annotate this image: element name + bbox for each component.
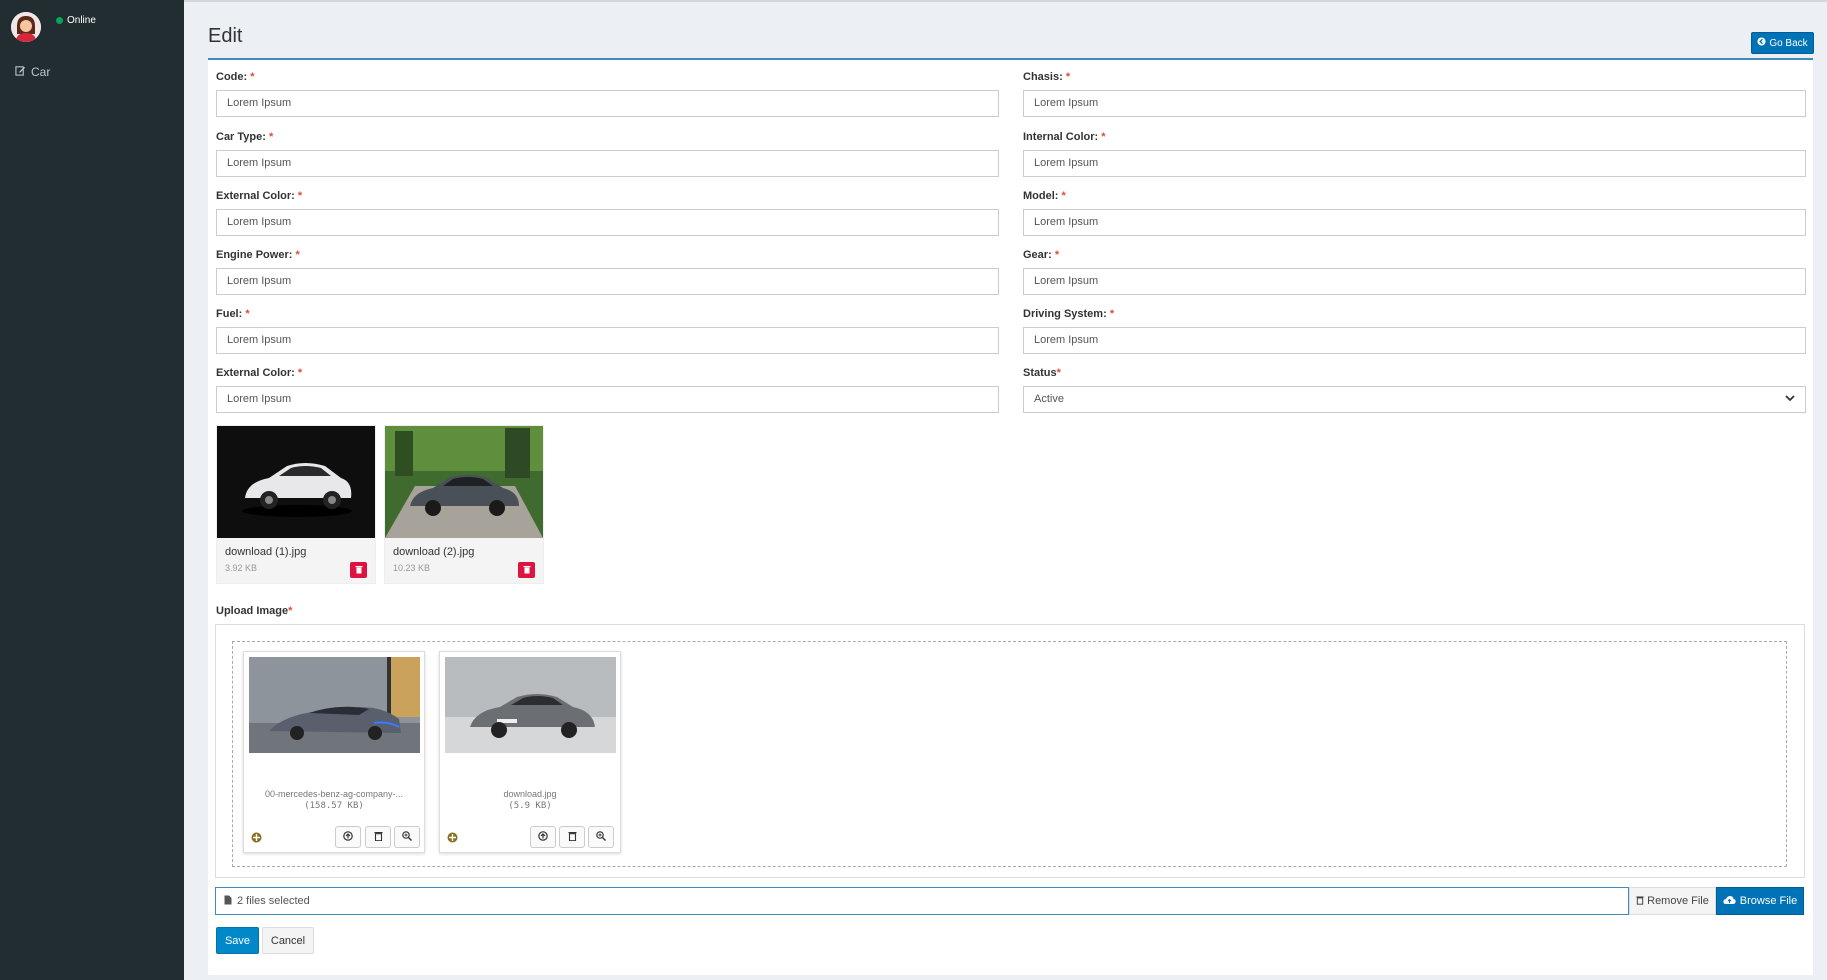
arrow-circle-left-icon [1757, 37, 1766, 49]
cancel-button[interactable]: Cancel [262, 927, 314, 954]
drag-handle-icon[interactable] [447, 832, 459, 844]
preview-file-size: (158.57 KB) [304, 801, 364, 811]
code-label: Code: * [216, 71, 255, 83]
drag-handle-icon[interactable] [251, 832, 263, 844]
browse-file-button[interactable]: Browse File [1716, 887, 1804, 915]
go-back-button[interactable]: Go Back [1751, 32, 1814, 54]
zoom-in-icon [596, 830, 606, 844]
sidebar: Online Car [0, 0, 184, 980]
remove-preview-button[interactable] [365, 826, 391, 848]
chasis-field: Chasis: * Lorem Ipsum [1023, 70, 1806, 117]
code-field: Code: * Lorem Ipsum [216, 70, 999, 117]
upload-button[interactable] [335, 826, 361, 848]
existing-image-card: download (1).jpg 3.92 KB [216, 425, 376, 584]
existing-image-size: 3.92 KB [225, 563, 258, 573]
internal-color-label: Internal Color: * [1023, 131, 1106, 143]
engine-power-label: Engine Power: * [216, 249, 300, 261]
file-caption-input[interactable]: 2 files selected [215, 887, 1629, 915]
model-field: Model: * Lorem Ipsum [1023, 189, 1806, 236]
upload-icon [343, 830, 353, 844]
existing-image-name: download (1).jpg [225, 546, 307, 558]
delete-image-button[interactable] [518, 562, 535, 578]
trash-icon [374, 830, 383, 844]
upload-image-label: Upload Image* [216, 605, 293, 617]
existing-image-name: download (2).jpg [393, 546, 475, 558]
car-type-input[interactable]: Lorem Ipsum [216, 150, 999, 177]
cloud-upload-icon [1723, 895, 1736, 908]
remove-file-button[interactable]: Remove File [1629, 887, 1716, 915]
external-color-2-input[interactable]: Lorem Ipsum [216, 386, 999, 413]
status-field: Status* Active [1023, 366, 1806, 413]
internal-color-field: Internal Color: * Lorem Ipsum [1023, 130, 1806, 177]
status-select[interactable]: Active [1023, 386, 1806, 413]
preview-file-name: 00-mercedes-benz-ag-company-... [264, 789, 404, 799]
car-type-field: Car Type: * Lorem Ipsum [216, 130, 999, 177]
fuel-field: Fuel: * Lorem Ipsum [216, 307, 999, 354]
code-input[interactable]: Lorem Ipsum [216, 90, 999, 117]
chasis-input[interactable]: Lorem Ipsum [1023, 90, 1806, 117]
existing-image-size: 10.23 KB [393, 563, 431, 573]
external-color-field: External Color: * Lorem Ipsum [216, 189, 999, 236]
zoom-preview-button[interactable] [394, 826, 420, 848]
preview-file-name: download.jpg [503, 789, 557, 799]
trash-icon [523, 565, 531, 576]
car-thumbnail [217, 426, 375, 538]
preview-image [445, 657, 616, 753]
sidebar-item-car[interactable]: Car [15, 65, 50, 79]
page-title: Edit [208, 25, 243, 47]
delete-image-button[interactable] [350, 562, 367, 578]
chevron-down-icon [1785, 387, 1795, 412]
driving-system-label: Driving System: * [1023, 308, 1115, 320]
chasis-label: Chasis: * [1023, 71, 1071, 83]
upload-preview-card: download.jpg (5.9 KB) [439, 651, 621, 853]
gear-field: Gear: * Lorem Ipsum [1023, 248, 1806, 295]
remove-file-label: Remove File [1647, 895, 1709, 907]
gear-label: Gear: * [1023, 249, 1060, 261]
model-label: Model: * [1023, 190, 1066, 202]
gear-input[interactable]: Lorem Ipsum [1023, 268, 1806, 295]
external-color-input[interactable]: Lorem Ipsum [216, 209, 999, 236]
browse-file-label: Browse File [1739, 895, 1798, 907]
fuel-input[interactable]: Lorem Ipsum [216, 327, 999, 354]
go-back-label: Go Back [1769, 37, 1808, 49]
fuel-label: Fuel: * [216, 308, 250, 320]
file-caption-text: 2 files selected [237, 895, 310, 907]
engine-power-input[interactable]: Lorem Ipsum [216, 268, 999, 295]
upload-icon [538, 830, 548, 844]
preview-image [249, 657, 420, 753]
edit-icon [15, 65, 26, 79]
trash-icon [355, 565, 363, 576]
upload-button[interactable] [530, 826, 556, 848]
online-dot-icon [56, 16, 63, 24]
internal-color-input[interactable]: Lorem Ipsum [1023, 150, 1806, 177]
online-status-label: Online [67, 15, 96, 26]
avatar[interactable] [11, 12, 41, 42]
sidebar-item-car-label: Car [31, 65, 51, 79]
zoom-preview-button[interactable] [588, 826, 614, 848]
preview-file-size: (5.9 KB) [508, 801, 552, 811]
engine-power-field: Engine Power: * Lorem Ipsum [216, 248, 999, 295]
existing-image-card: download (2).jpg 10.23 KB [384, 425, 544, 584]
file-icon [224, 895, 232, 908]
save-button[interactable]: Save [216, 927, 259, 954]
model-input[interactable]: Lorem Ipsum [1023, 209, 1806, 236]
remove-preview-button[interactable] [559, 826, 585, 848]
online-status: Online [56, 15, 96, 26]
car-thumbnail [385, 426, 543, 538]
driving-system-input[interactable]: Lorem Ipsum [1023, 327, 1806, 354]
external-color-2-field: External Color: * Lorem Ipsum [216, 366, 999, 413]
upload-preview-card: 00-mercedes-benz-ag-company-... (158.57 … [243, 651, 425, 853]
zoom-in-icon [402, 830, 412, 844]
status-select-value: Active [1034, 393, 1064, 405]
trash-icon [1636, 895, 1644, 908]
external-color-label: External Color: * [216, 190, 303, 202]
top-divider [184, 0, 1827, 2]
driving-system-field: Driving System: * Lorem Ipsum [1023, 307, 1806, 354]
car-type-label: Car Type: * [216, 131, 274, 143]
trash-icon [568, 830, 577, 844]
status-label: Status* [1023, 367, 1061, 379]
external-color-2-label: External Color: * [216, 367, 303, 379]
